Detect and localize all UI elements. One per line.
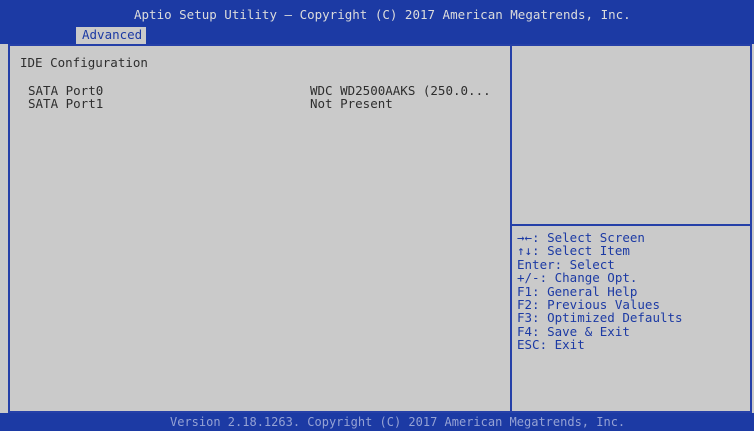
page-heading: IDE Configuration <box>20 55 148 70</box>
key-help-list: →←: Select Screen ↑↓: Select Item Enter:… <box>517 231 747 352</box>
tab-advanced[interactable]: Advanced <box>76 27 146 44</box>
footer-bar: Version 2.18.1263. Copyright (C) 2017 Am… <box>0 413 754 431</box>
settings-panel: IDE Configuration SATA Port0 WDC WD2500A… <box>10 46 510 411</box>
main-frame: IDE Configuration SATA Port0 WDC WD2500A… <box>8 44 752 413</box>
window-title: Aptio Setup Utility – Copyright (C) 2017… <box>134 7 631 22</box>
header-bar: Aptio Setup Utility – Copyright (C) 2017… <box>0 0 754 44</box>
key-help-f3: F3: Optimized Defaults <box>517 310 683 326</box>
key-help-esc: ESC: Exit <box>517 337 585 353</box>
help-divider <box>512 224 750 226</box>
setting-value: Not Present <box>310 96 393 111</box>
setting-label: SATA Port1 <box>28 96 104 111</box>
setting-row-sata-port1: SATA Port1 Not Present <box>10 97 510 110</box>
help-panel: →←: Select Screen ↑↓: Select Item Enter:… <box>510 46 750 411</box>
key-help-f4: F4: Save & Exit <box>517 323 630 339</box>
version-text: Version 2.18.1263. Copyright (C) 2017 Am… <box>170 415 626 429</box>
key-help-select-item: ↑↓: Select Item <box>517 243 630 259</box>
key-help-select-screen: →←: Select Screen <box>517 230 645 245</box>
key-help-f2: F2: Previous Values <box>517 296 660 312</box>
key-help-f1: F1: General Help <box>517 283 638 299</box>
key-help-change-opt: +/-: Change Opt. <box>517 270 638 286</box>
key-help-enter: Enter: Select <box>517 256 615 272</box>
